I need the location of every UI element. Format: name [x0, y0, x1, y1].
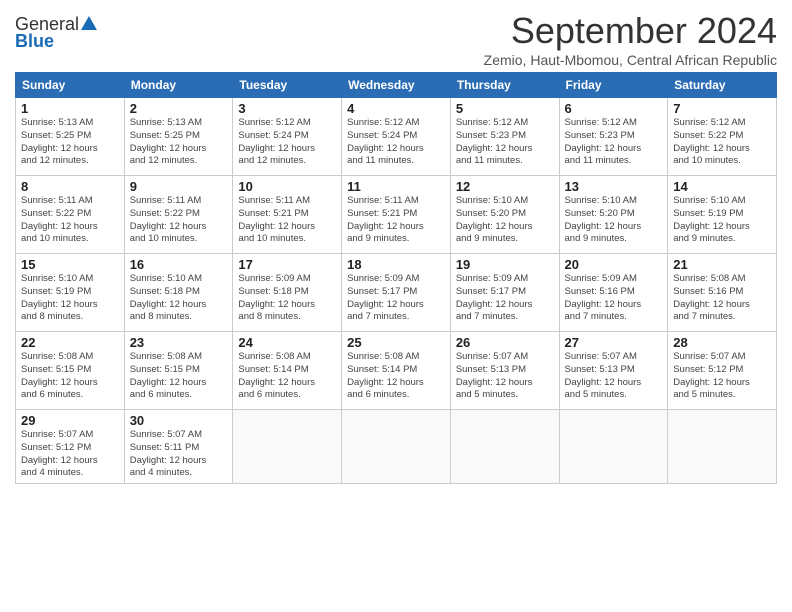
- title-area: September 2024 Zemio, Haut-Mbomou, Centr…: [484, 10, 777, 68]
- empty-cell-4: [559, 410, 668, 484]
- col-friday: Friday: [559, 73, 668, 98]
- week-row-1: 1 Sunrise: 5:13 AMSunset: 5:25 PMDayligh…: [16, 98, 777, 176]
- day-29: 29 Sunrise: 5:07 AMSunset: 5:12 PMDaylig…: [16, 410, 125, 484]
- calendar-header-row: Sunday Monday Tuesday Wednesday Thursday…: [16, 73, 777, 98]
- day-14: 14 Sunrise: 5:10 AMSunset: 5:19 PMDaylig…: [668, 176, 777, 254]
- day-2: 2 Sunrise: 5:13 AMSunset: 5:25 PMDayligh…: [124, 98, 233, 176]
- day-23: 23 Sunrise: 5:08 AMSunset: 5:15 PMDaylig…: [124, 332, 233, 410]
- day-16: 16 Sunrise: 5:10 AMSunset: 5:18 PMDaylig…: [124, 254, 233, 332]
- calendar-table: Sunday Monday Tuesday Wednesday Thursday…: [15, 72, 777, 484]
- col-wednesday: Wednesday: [342, 73, 451, 98]
- logo-triangle-icon: [81, 16, 97, 35]
- day-12: 12 Sunrise: 5:10 AMSunset: 5:20 PMDaylig…: [450, 176, 559, 254]
- day-9: 9 Sunrise: 5:11 AMSunset: 5:22 PMDayligh…: [124, 176, 233, 254]
- header: General Blue September 2024 Zemio, Haut-…: [15, 10, 777, 68]
- logo: General Blue: [15, 14, 97, 52]
- week-row-5: 29 Sunrise: 5:07 AMSunset: 5:12 PMDaylig…: [16, 410, 777, 484]
- day-17: 17 Sunrise: 5:09 AMSunset: 5:18 PMDaylig…: [233, 254, 342, 332]
- col-monday: Monday: [124, 73, 233, 98]
- day-10: 10 Sunrise: 5:11 AMSunset: 5:21 PMDaylig…: [233, 176, 342, 254]
- day-27: 27 Sunrise: 5:07 AMSunset: 5:13 PMDaylig…: [559, 332, 668, 410]
- day-7: 7 Sunrise: 5:12 AMSunset: 5:22 PMDayligh…: [668, 98, 777, 176]
- week-row-3: 15 Sunrise: 5:10 AMSunset: 5:19 PMDaylig…: [16, 254, 777, 332]
- day-25: 25 Sunrise: 5:08 AMSunset: 5:14 PMDaylig…: [342, 332, 451, 410]
- day-21: 21 Sunrise: 5:08 AMSunset: 5:16 PMDaylig…: [668, 254, 777, 332]
- empty-cell-2: [342, 410, 451, 484]
- day-20: 20 Sunrise: 5:09 AMSunset: 5:16 PMDaylig…: [559, 254, 668, 332]
- empty-cell-1: [233, 410, 342, 484]
- day-11: 11 Sunrise: 5:11 AMSunset: 5:21 PMDaylig…: [342, 176, 451, 254]
- empty-cell-5: [668, 410, 777, 484]
- col-thursday: Thursday: [450, 73, 559, 98]
- page-container: General Blue September 2024 Zemio, Haut-…: [0, 0, 792, 494]
- logo-blue: Blue: [15, 31, 54, 52]
- day-8: 8 Sunrise: 5:11 AMSunset: 5:22 PMDayligh…: [16, 176, 125, 254]
- col-sunday: Sunday: [16, 73, 125, 98]
- week-row-2: 8 Sunrise: 5:11 AMSunset: 5:22 PMDayligh…: [16, 176, 777, 254]
- day-4: 4 Sunrise: 5:12 AMSunset: 5:24 PMDayligh…: [342, 98, 451, 176]
- col-tuesday: Tuesday: [233, 73, 342, 98]
- location: Zemio, Haut-Mbomou, Central African Repu…: [484, 52, 777, 68]
- day-13: 13 Sunrise: 5:10 AMSunset: 5:20 PMDaylig…: [559, 176, 668, 254]
- day-28: 28 Sunrise: 5:07 AMSunset: 5:12 PMDaylig…: [668, 332, 777, 410]
- day-26: 26 Sunrise: 5:07 AMSunset: 5:13 PMDaylig…: [450, 332, 559, 410]
- day-24: 24 Sunrise: 5:08 AMSunset: 5:14 PMDaylig…: [233, 332, 342, 410]
- day-6: 6 Sunrise: 5:12 AMSunset: 5:23 PMDayligh…: [559, 98, 668, 176]
- day-18: 18 Sunrise: 5:09 AMSunset: 5:17 PMDaylig…: [342, 254, 451, 332]
- week-row-4: 22 Sunrise: 5:08 AMSunset: 5:15 PMDaylig…: [16, 332, 777, 410]
- day-30: 30 Sunrise: 5:07 AMSunset: 5:11 PMDaylig…: [124, 410, 233, 484]
- day-5: 5 Sunrise: 5:12 AMSunset: 5:23 PMDayligh…: [450, 98, 559, 176]
- day-15: 15 Sunrise: 5:10 AMSunset: 5:19 PMDaylig…: [16, 254, 125, 332]
- day-3: 3 Sunrise: 5:12 AMSunset: 5:24 PMDayligh…: [233, 98, 342, 176]
- day-22: 22 Sunrise: 5:08 AMSunset: 5:15 PMDaylig…: [16, 332, 125, 410]
- col-saturday: Saturday: [668, 73, 777, 98]
- month-year: September 2024: [484, 10, 777, 52]
- day-1: 1 Sunrise: 5:13 AMSunset: 5:25 PMDayligh…: [16, 98, 125, 176]
- day-19: 19 Sunrise: 5:09 AMSunset: 5:17 PMDaylig…: [450, 254, 559, 332]
- empty-cell-3: [450, 410, 559, 484]
